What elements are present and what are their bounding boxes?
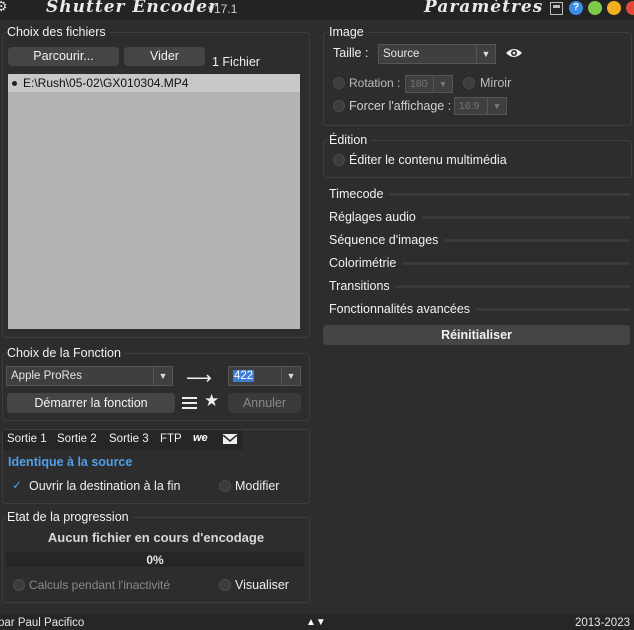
- edition-heading: Édition: [329, 133, 372, 147]
- cancel-button[interactable]: Annuler: [228, 393, 301, 413]
- section-divider: [421, 215, 630, 219]
- minimize-icon[interactable]: [588, 1, 602, 15]
- app-version: v17.1: [208, 2, 238, 16]
- file-path: E:\Rush\05-02\GX010304.MP4: [23, 76, 189, 90]
- section-divider: [395, 284, 630, 288]
- footer-author: par Paul Pacifico: [0, 617, 85, 629]
- rotation-select-value: 180: [410, 78, 428, 90]
- idle-calc-label: Calculs pendant l'inactivité: [29, 578, 171, 592]
- modify-label: Modifier: [235, 479, 280, 493]
- section-divider: [476, 307, 630, 311]
- section-advanced-features[interactable]: Fonctionnalités avancées: [329, 302, 630, 316]
- file-list-item[interactable]: E:\Rush\05-02\GX010304.MP4: [8, 74, 300, 92]
- section-divider: [402, 261, 630, 265]
- section-audio-settings[interactable]: Réglages audio: [329, 210, 630, 224]
- size-label: Taille :: [333, 46, 369, 60]
- section-image-sequence[interactable]: Séquence d'images: [329, 233, 630, 247]
- function-select-value: Apple ProRes: [11, 370, 82, 382]
- progress-status: Aucun fichier en cours d'encodage: [47, 530, 265, 545]
- rotation-label: Rotation :: [349, 76, 401, 90]
- footer-years: 2013-2023: [575, 617, 630, 629]
- chevron-down-icon: ▼: [153, 367, 172, 385]
- maximize-icon[interactable]: [607, 1, 621, 15]
- progress-percent: 0%: [146, 553, 164, 567]
- section-transitions[interactable]: Transitions: [329, 279, 630, 293]
- codec-select[interactable]: 422 ▼: [228, 366, 301, 386]
- file-list[interactable]: E:\Rush\05-02\GX010304.MP4: [8, 74, 300, 329]
- chevron-down-icon: ▼: [281, 367, 300, 385]
- checkbox-checked-icon[interactable]: ✓: [12, 479, 23, 491]
- section-image-sequence-label: Séquence d'images: [329, 233, 439, 247]
- expand-arrows-icon[interactable]: ▲▼: [306, 618, 326, 628]
- files-heading: Choix des fichiers: [7, 25, 110, 39]
- clear-button[interactable]: Vider: [124, 47, 205, 66]
- chevron-down-icon: ▼: [433, 76, 452, 92]
- tab-ftp[interactable]: FTP: [160, 433, 182, 445]
- modify-radio[interactable]: [219, 480, 231, 492]
- arrow-right-icon: ⟶: [186, 368, 212, 388]
- preview-label: Visualiser: [235, 578, 289, 592]
- app-title: Shutter Encoder: [46, 0, 219, 17]
- image-heading: Image: [329, 25, 368, 39]
- browse-button[interactable]: Parcourir...: [8, 47, 119, 66]
- wetransfer-icon[interactable]: we: [193, 432, 208, 444]
- chevron-down-icon: ▼: [487, 98, 506, 114]
- section-transitions-label: Transitions: [329, 279, 390, 293]
- edit-media-label: Éditer le contenu multimédia: [349, 153, 507, 167]
- edit-media-radio[interactable]: [333, 154, 345, 166]
- section-audio-settings-label: Réglages audio: [329, 210, 416, 224]
- section-divider: [444, 238, 630, 242]
- section-colorimetry-label: Colorimétrie: [329, 256, 397, 270]
- help-icon[interactable]: ?: [569, 1, 583, 15]
- reset-button[interactable]: Réinitialiser: [323, 325, 630, 345]
- force-display-radio[interactable]: [333, 100, 345, 112]
- eye-icon[interactable]: [505, 46, 523, 63]
- function-select[interactable]: Apple ProRes ▼: [6, 366, 173, 386]
- same-as-source-label[interactable]: Identique à la source: [8, 455, 132, 469]
- star-icon[interactable]: ★: [204, 391, 219, 411]
- section-timecode[interactable]: Timecode: [329, 187, 630, 201]
- settings-title: Paramètres: [424, 0, 544, 17]
- menu-icon[interactable]: [182, 395, 197, 409]
- progress-heading: Etat de la progression: [7, 510, 133, 524]
- section-divider: [389, 192, 630, 196]
- section-colorimetry[interactable]: Colorimétrie: [329, 256, 630, 270]
- tab-output-3[interactable]: Sortie 3: [109, 433, 149, 445]
- force-display-label: Forcer l'affichage :: [349, 99, 452, 113]
- codec-select-value: 422: [233, 370, 255, 382]
- rotation-select[interactable]: 180 ▼: [405, 75, 453, 93]
- window-icon[interactable]: [550, 2, 563, 15]
- section-advanced-features-label: Fonctionnalités avancées: [329, 302, 471, 316]
- start-function-button[interactable]: Démarrer la fonction: [7, 393, 175, 413]
- function-heading: Choix de la Fonction: [7, 346, 125, 360]
- mail-icon[interactable]: [222, 434, 238, 444]
- tab-output-2[interactable]: Sortie 2: [57, 433, 97, 445]
- preview-radio[interactable]: [219, 579, 231, 591]
- tab-output-1[interactable]: Sortie 1: [7, 433, 47, 445]
- close-icon[interactable]: [626, 1, 634, 15]
- size-select[interactable]: Source ▼: [378, 44, 496, 64]
- rotation-radio[interactable]: [333, 77, 345, 89]
- open-destination-label: Ouvrir la destination à la fin: [29, 479, 181, 493]
- file-bullet-icon: [12, 80, 17, 86]
- size-select-value: Source: [383, 48, 420, 60]
- idle-calc-radio[interactable]: [13, 579, 25, 591]
- section-timecode-label: Timecode: [329, 187, 384, 201]
- force-display-select[interactable]: 16:9 ▼: [454, 97, 507, 115]
- chevron-down-icon: ▼: [476, 45, 495, 63]
- mirror-label: Miroir: [480, 76, 512, 90]
- file-count: 1 Fichier: [212, 55, 260, 69]
- app-gear-icon[interactable]: ⚙: [0, 0, 8, 15]
- mirror-radio[interactable]: [463, 77, 475, 89]
- force-display-select-value: 16:9: [459, 100, 480, 112]
